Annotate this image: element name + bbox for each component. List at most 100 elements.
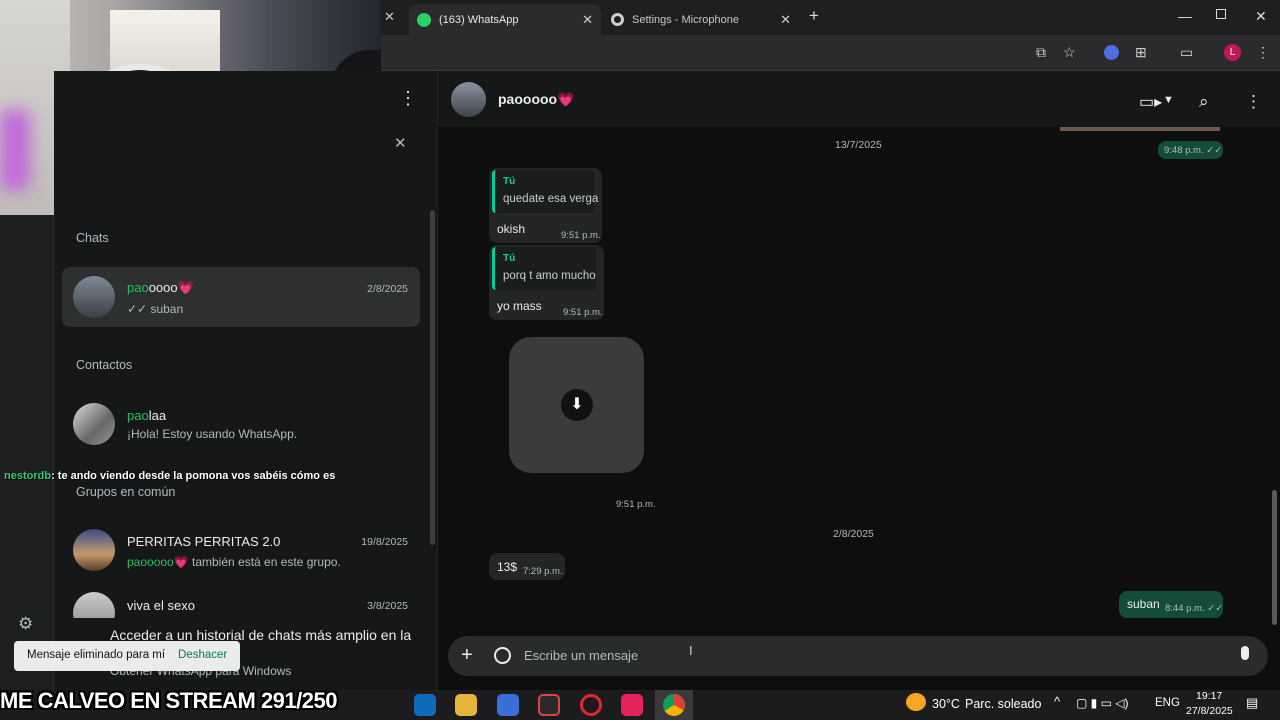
clock-date[interactable]: 27/8/2025 xyxy=(1186,705,1233,717)
quote-author: Tú xyxy=(503,253,516,264)
extensions-puzzle-icon[interactable]: ⊞ xyxy=(1135,44,1147,61)
previous-image-edge xyxy=(1060,127,1220,131)
text-cursor-icon: I xyxy=(689,643,693,658)
undo-toast: Mensaje eliminado para mí Deshacer xyxy=(14,641,240,671)
groups-heading: Grupos en común xyxy=(76,485,176,499)
browser-menu-icon[interactable]: ⋮ xyxy=(1256,44,1270,61)
reply-message[interactable]: Tú porq t amo mucho yo mass 9:51 p.m. xyxy=(489,245,604,320)
group-name: PERRITAS PERRITAS 2.0 xyxy=(127,534,281,549)
gear-icon xyxy=(611,13,624,26)
message-time: 9:51 p.m. xyxy=(561,230,601,241)
contact-name: paolaa xyxy=(127,408,167,423)
install-app-icon[interactable]: ⧉ xyxy=(1036,44,1046,61)
incoming-message[interactable]: 13$ 7:29 p.m. xyxy=(489,553,565,580)
clock-time[interactable]: 19:17 xyxy=(1196,690,1222,702)
avatar xyxy=(73,529,115,571)
date-separator: 2/8/2025 xyxy=(833,528,874,540)
toast-text: Mensaje eliminado para mí xyxy=(27,649,166,661)
weather-desc[interactable]: Parc. soleado xyxy=(965,697,1041,711)
quote-text: quedate esa verga xyxy=(503,193,599,205)
outgoing-message[interactable]: suban 8:44 p.m. ✓✓ xyxy=(1119,591,1223,618)
message-text: suban xyxy=(1127,597,1160,611)
search-icon[interactable]: ⌕ xyxy=(1199,92,1209,112)
group-date: 19/8/2025 xyxy=(361,536,408,548)
media-message[interactable]: ⬇ xyxy=(509,337,644,473)
close-tab-icon[interactable]: ✕ xyxy=(582,12,593,28)
quote-text: porq t amo mucho xyxy=(503,270,596,282)
quoted-message[interactable]: Tú quedate esa verga xyxy=(492,170,598,213)
language-indicator[interactable]: ENG xyxy=(1155,697,1180,709)
message-time: 9:51 p.m. xyxy=(563,307,603,318)
active-taskbar-item[interactable] xyxy=(655,690,693,720)
contact-avatar[interactable] xyxy=(451,82,486,117)
contact-status: ¡Hola! Estoy usando WhatsApp. xyxy=(127,427,298,441)
undo-button[interactable]: Deshacer xyxy=(178,649,227,661)
weather-temp[interactable]: 30°C xyxy=(932,697,960,711)
sidebar-menu-icon[interactable]: ⋮ xyxy=(399,88,417,109)
close-search-icon[interactable]: ✕ xyxy=(394,134,407,152)
close-tab-icon[interactable]: ✕ xyxy=(780,12,791,28)
date-separator: 13/7/2025 xyxy=(835,139,882,151)
bookmark-star-icon[interactable]: ☆ xyxy=(1063,44,1076,61)
message-time: 9:51 p.m. xyxy=(616,499,656,510)
chat-menu-icon[interactable]: ⋮ xyxy=(1245,92,1262,112)
group-list-item[interactable]: viva el sexo 3/8/2025 xyxy=(62,584,420,618)
cast-icon[interactable]: ▭ xyxy=(1180,44,1193,61)
reply-message[interactable]: Tú quedate esa verga okish 9:51 p.m. xyxy=(489,168,602,243)
settings-gear-icon[interactable]: ⚙ xyxy=(18,614,33,634)
chrome-icon xyxy=(663,694,685,716)
attach-plus-icon[interactable]: + xyxy=(461,644,473,667)
contact-list-item[interactable]: paolaa ¡Hola! Estoy usando WhatsApp. xyxy=(62,394,420,454)
group-list-item[interactable]: PERRITAS PERRITAS 2.0 19/8/2025 paooooo💗… xyxy=(62,520,420,580)
quoted-message[interactable]: Tú porq t amo mucho xyxy=(492,247,596,290)
message-text: 13$ xyxy=(497,560,518,574)
contacts-heading: Contactos xyxy=(76,358,133,372)
download-icon[interactable]: ⬇ xyxy=(561,389,593,421)
tray-icons[interactable]: ▢ ▮ ▭ ◁) xyxy=(1076,696,1129,710)
maximize-icon[interactable] xyxy=(1216,9,1226,19)
chevron-down-icon[interactable]: ▼ xyxy=(1163,94,1174,106)
chat-preview: ✓✓ suban xyxy=(127,302,184,316)
chat-date: 2/8/2025 xyxy=(367,283,408,295)
message-time: 7:29 p.m. xyxy=(523,566,563,577)
notification-icon[interactable]: ▤ xyxy=(1246,695,1258,711)
microphone-icon[interactable] xyxy=(1241,646,1249,660)
whatsapp-icon xyxy=(417,12,431,27)
profile-avatar[interactable]: L xyxy=(1224,44,1241,61)
message-text: okish xyxy=(497,222,526,236)
chat-scrollbar[interactable] xyxy=(1272,490,1277,625)
outlook-icon[interactable] xyxy=(414,694,436,716)
message-text: yo mass xyxy=(497,299,542,313)
group-date: 3/8/2025 xyxy=(367,600,408,612)
outgoing-message[interactable]: 9:48 p.m. ✓✓ xyxy=(1158,141,1223,159)
close-prev-tab-icon[interactable]: ✕ xyxy=(384,9,395,25)
message-input[interactable]: Escribe un mensaje xyxy=(524,648,638,663)
app-icon[interactable] xyxy=(538,694,560,716)
chat-name: paooooo💗 xyxy=(127,280,194,295)
group-preview: paooooo💗 también está en este grupo. xyxy=(127,555,341,569)
chevron-up-icon[interactable]: ^ xyxy=(1054,694,1060,709)
new-tab-button[interactable]: + xyxy=(809,6,819,26)
store-icon[interactable] xyxy=(497,694,519,716)
tiktok-icon[interactable] xyxy=(621,694,643,716)
sidebar-scrollbar[interactable] xyxy=(430,210,435,545)
minimize-icon[interactable]: — xyxy=(1178,8,1192,24)
avatar xyxy=(73,592,115,618)
close-window-icon[interactable]: ✕ xyxy=(1255,8,1267,25)
tab-label: (163) WhatsApp xyxy=(439,13,519,26)
chat-list-item[interactable]: paooooo💗 2/8/2025 ✓✓ suban xyxy=(62,267,420,327)
message-composer: + Escribe un mensaje I xyxy=(448,636,1268,676)
emoji-sticker-icon[interactable] xyxy=(494,647,511,664)
contact-name[interactable]: paooooo💗 xyxy=(498,91,575,108)
extension-icon[interactable] xyxy=(1104,45,1119,60)
tab-settings-microphone[interactable]: Settings - Microphone ✕ xyxy=(603,4,799,35)
quote-author: Tú xyxy=(503,176,516,187)
video-call-icon[interactable]: ▭▸ xyxy=(1139,92,1162,112)
tab-label: Settings - Microphone xyxy=(632,13,739,26)
browser-tab-strip: ✕ (163) WhatsApp ✕ Settings - Microphone… xyxy=(381,0,1280,35)
message-time: 9:48 p.m. ✓✓ xyxy=(1164,145,1223,156)
file-explorer-icon[interactable] xyxy=(455,694,477,716)
weather-icon[interactable] xyxy=(906,693,926,711)
opera-icon[interactable] xyxy=(580,694,602,716)
tab-whatsapp[interactable]: (163) WhatsApp ✕ xyxy=(409,4,601,35)
